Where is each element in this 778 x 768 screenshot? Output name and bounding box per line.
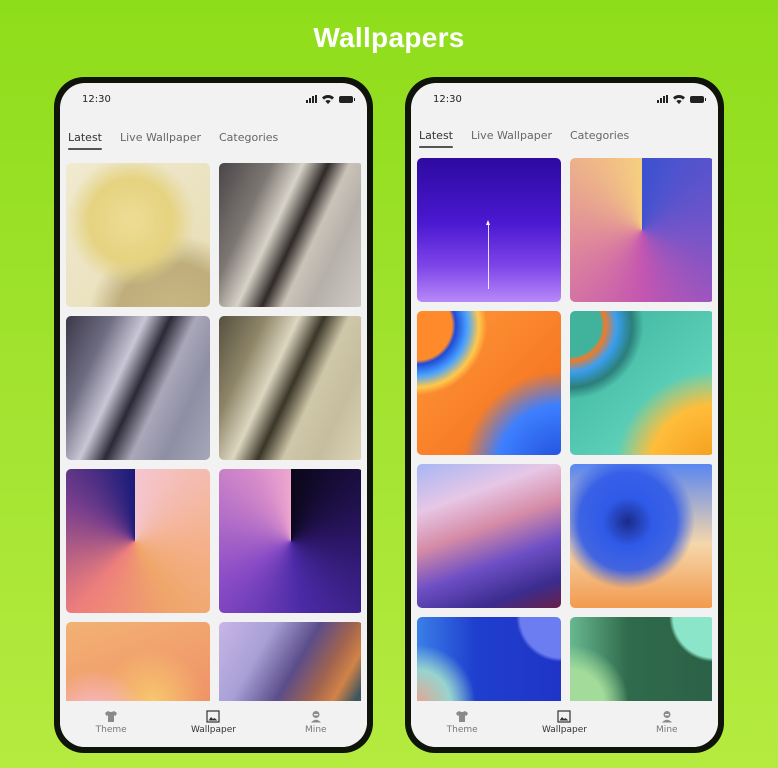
bottom-nav: Theme Wallpaper Mine xyxy=(411,701,718,747)
nav-label: Theme xyxy=(446,724,478,735)
tab-latest[interactable]: Latest xyxy=(68,131,102,150)
battery-icon xyxy=(339,95,355,103)
image-icon xyxy=(557,709,572,723)
image-icon xyxy=(206,709,221,723)
tab-bar: Latest Live Wallpaper Categories xyxy=(419,129,629,148)
phone-screen: 12:30 Latest Live Wallpaper Categories T… xyxy=(411,83,718,747)
user-icon xyxy=(661,710,672,722)
page-title: Wallpapers xyxy=(313,22,465,53)
tab-live-wallpaper[interactable]: Live Wallpaper xyxy=(120,131,201,150)
shirt-icon xyxy=(105,710,118,722)
wifi-icon xyxy=(322,94,334,104)
wallpaper-thumbnail[interactable] xyxy=(417,464,561,608)
signal-icon xyxy=(306,95,317,103)
wallpaper-thumbnail[interactable] xyxy=(570,617,712,701)
nav-mine[interactable]: Mine xyxy=(627,710,707,735)
user-icon xyxy=(310,710,321,722)
status-time: 12:30 xyxy=(433,93,462,105)
phone-left: 12:30 Latest Live Wallpaper Categories T… xyxy=(54,77,373,753)
tab-latest[interactable]: Latest xyxy=(419,129,453,148)
phone-right: 12:30 Latest Live Wallpaper Categories T… xyxy=(405,77,724,753)
phone-screen: 12:30 Latest Live Wallpaper Categories T… xyxy=(60,83,367,747)
shirt-icon xyxy=(456,710,469,722)
status-time: 12:30 xyxy=(82,93,111,105)
wifi-icon xyxy=(673,94,685,104)
tab-live-wallpaper[interactable]: Live Wallpaper xyxy=(471,129,552,148)
nav-label: Wallpaper xyxy=(541,724,587,735)
wallpaper-thumbnail[interactable] xyxy=(570,311,712,455)
wallpaper-thumbnail[interactable] xyxy=(66,316,210,460)
wallpaper-thumbnail[interactable] xyxy=(417,617,561,701)
wallpaper-thumbnail[interactable] xyxy=(66,622,210,701)
nav-label: Mine xyxy=(305,724,327,735)
wallpaper-thumbnail[interactable] xyxy=(219,163,361,307)
nav-wallpaper[interactable]: Wallpaper xyxy=(524,709,604,735)
wallpaper-grid xyxy=(66,163,361,701)
tab-bar: Latest Live Wallpaper Categories xyxy=(68,131,278,150)
wallpaper-thumbnail[interactable] xyxy=(417,311,561,455)
tab-categories[interactable]: Categories xyxy=(570,129,629,148)
bottom-nav: Theme Wallpaper Mine xyxy=(60,701,367,747)
nav-theme[interactable]: Theme xyxy=(71,710,151,735)
wallpaper-thumbnail[interactable] xyxy=(570,158,712,302)
wallpaper-thumbnail[interactable] xyxy=(66,163,210,307)
status-bar: 12:30 xyxy=(60,91,367,107)
nav-wallpaper[interactable]: Wallpaper xyxy=(173,709,253,735)
tab-categories[interactable]: Categories xyxy=(219,131,278,150)
arrow-up-icon xyxy=(486,220,490,289)
wallpaper-thumbnail[interactable] xyxy=(219,469,361,613)
wallpaper-thumbnail[interactable] xyxy=(66,469,210,613)
nav-label: Theme xyxy=(95,724,127,735)
signal-icon xyxy=(657,95,668,103)
wallpaper-grid xyxy=(417,158,712,701)
wallpaper-thumbnail[interactable] xyxy=(417,158,561,302)
wallpaper-thumbnail[interactable] xyxy=(219,316,361,460)
battery-icon xyxy=(690,95,706,103)
nav-mine[interactable]: Mine xyxy=(276,710,356,735)
status-bar: 12:30 xyxy=(411,91,718,107)
nav-label: Mine xyxy=(656,724,678,735)
wallpaper-thumbnail[interactable] xyxy=(219,622,361,701)
wallpaper-thumbnail[interactable] xyxy=(570,464,712,608)
nav-theme[interactable]: Theme xyxy=(422,710,502,735)
nav-label: Wallpaper xyxy=(190,724,236,735)
